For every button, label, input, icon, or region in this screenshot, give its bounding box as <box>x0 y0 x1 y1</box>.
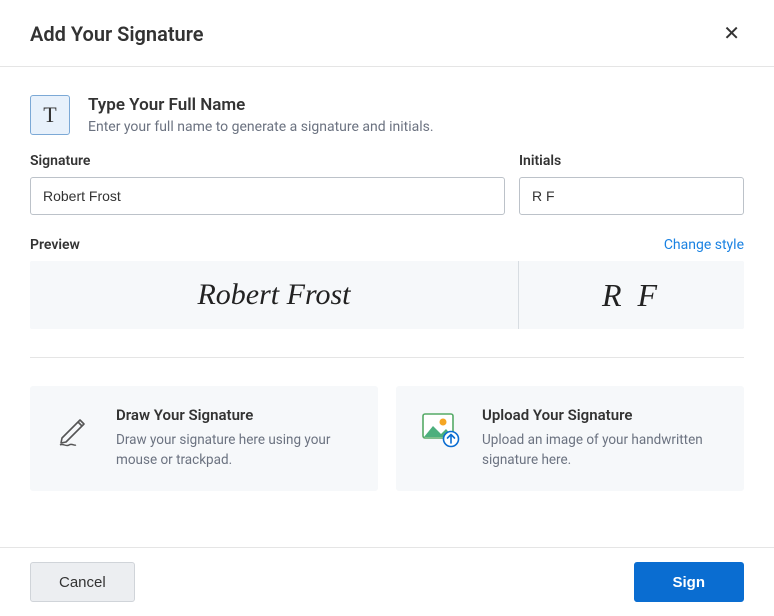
initials-preview: R F <box>519 261 744 329</box>
pencil-icon <box>52 406 96 450</box>
type-icon: T <box>30 95 70 135</box>
image-upload-icon <box>418 406 462 450</box>
cancel-button[interactable]: Cancel <box>30 562 135 602</box>
draw-option-title: Draw Your Signature <box>116 406 356 424</box>
signature-input[interactable] <box>30 177 505 215</box>
type-option-title: Type Your Full Name <box>88 95 434 115</box>
signature-label: Signature <box>30 153 505 169</box>
preview-label: Preview <box>30 237 80 253</box>
upload-signature-card[interactable]: Upload Your Signature Upload an image of… <box>396 386 744 491</box>
signature-preview: Robert Frost <box>30 261 519 329</box>
draw-option-description: Draw your signature here using your mous… <box>116 430 356 471</box>
dialog-title: Add Your Signature <box>30 22 204 46</box>
sign-button[interactable]: Sign <box>634 562 745 602</box>
upload-option-description: Upload an image of your handwritten sign… <box>482 430 722 471</box>
draw-signature-card[interactable]: Draw Your Signature Draw your signature … <box>30 386 378 491</box>
close-button[interactable]: ✕ <box>719 20 744 48</box>
initials-input[interactable] <box>519 177 744 215</box>
type-option-description: Enter your full name to generate a signa… <box>88 119 434 135</box>
preview-box: Robert Frost R F <box>30 261 744 329</box>
change-style-link[interactable]: Change style <box>664 237 744 253</box>
divider <box>30 357 744 358</box>
type-signature-option: T Type Your Full Name Enter your full na… <box>30 95 744 135</box>
close-icon: ✕ <box>723 23 740 45</box>
initials-label: Initials <box>519 153 744 169</box>
upload-option-title: Upload Your Signature <box>482 406 722 424</box>
